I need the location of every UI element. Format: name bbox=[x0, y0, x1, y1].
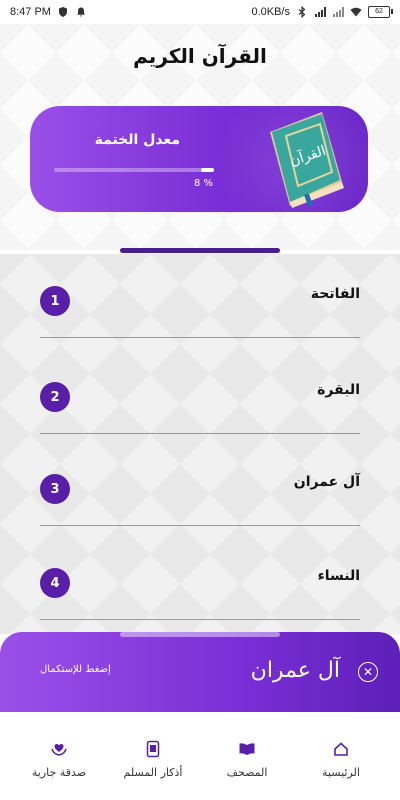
bluetooth-icon bbox=[298, 6, 306, 18]
quran-book-icon: القرآن bbox=[270, 112, 344, 208]
continue-hint: إضغط للإستكمال bbox=[40, 664, 111, 675]
nav-item-home[interactable]: الرئيسية bbox=[296, 712, 386, 800]
continue-drag-handle[interactable] bbox=[120, 632, 280, 637]
surah-row[interactable]: آل عمران 3 bbox=[40, 456, 360, 550]
surah-row[interactable]: النساء 4 bbox=[40, 550, 360, 644]
nav-item-azkar[interactable]: أذكار المسلم bbox=[108, 712, 198, 800]
surah-name: البقرة bbox=[317, 382, 360, 398]
khatma-label: معدل الختمة bbox=[94, 132, 180, 148]
surah-number-badge: 4 bbox=[40, 568, 70, 598]
open-book-icon bbox=[239, 743, 255, 755]
surah-number-badge: 2 bbox=[40, 382, 70, 412]
nav-label: أذكار المسلم bbox=[123, 766, 183, 779]
nav-item-mushaf[interactable]: المصحف bbox=[202, 712, 292, 800]
divider bbox=[40, 337, 360, 338]
khatma-progress-bar bbox=[54, 168, 214, 172]
surah-list: الفاتحة 1 البقرة 2 آل عمران 3 النساء 4 bbox=[0, 254, 400, 634]
surah-name: آل عمران bbox=[293, 474, 360, 490]
nav-label: صدقة جارية bbox=[31, 766, 87, 779]
status-bar: 8:47 PM 0.0KB/s 62 bbox=[0, 0, 400, 24]
battery-icon: 62 bbox=[368, 6, 393, 18]
surah-row[interactable]: الفاتحة 1 bbox=[40, 268, 360, 362]
continue-surah-title: آل عمران bbox=[250, 658, 340, 683]
status-time: 8:47 PM bbox=[10, 6, 51, 18]
notification-bell-icon bbox=[76, 7, 85, 17]
tablet-book-icon bbox=[146, 740, 160, 758]
khatma-progress-card[interactable]: القرآن معدل الختمة 8 % bbox=[30, 106, 368, 212]
nav-label: المصحف bbox=[226, 766, 268, 779]
close-icon[interactable]: ✕ bbox=[358, 662, 378, 682]
wifi-icon bbox=[350, 7, 362, 17]
surah-row[interactable]: البقرة 2 bbox=[40, 364, 360, 458]
surah-number-badge: 3 bbox=[40, 474, 70, 504]
divider bbox=[40, 619, 360, 620]
cellular-signal-2-icon bbox=[333, 7, 344, 17]
khatma-percent: 8 % bbox=[194, 178, 214, 189]
surah-number-badge: 1 bbox=[40, 286, 70, 316]
home-icon bbox=[334, 742, 348, 756]
cellular-signal-icon bbox=[315, 7, 326, 17]
network-speed: 0.0KB/s bbox=[251, 6, 290, 18]
nav-item-charity[interactable]: صدقة جارية bbox=[14, 712, 104, 800]
page-title: القرآن الكريم bbox=[133, 44, 267, 68]
khatma-progress-fill bbox=[201, 168, 214, 172]
surah-name: الفاتحة bbox=[310, 286, 360, 302]
list-drag-handle[interactable] bbox=[120, 248, 280, 253]
heart-hands-icon bbox=[51, 744, 67, 756]
bottom-navigation: صدقة جارية أذكار المسلم المصحف الرئيسية bbox=[0, 712, 400, 800]
continue-reading-card[interactable]: إضغط للإستكمال آل عمران ✕ bbox=[0, 632, 400, 712]
nav-label: الرئيسية bbox=[322, 766, 360, 779]
shield-icon bbox=[58, 7, 67, 17]
divider bbox=[40, 525, 360, 526]
divider bbox=[40, 433, 360, 434]
surah-name: النساء bbox=[317, 568, 360, 584]
